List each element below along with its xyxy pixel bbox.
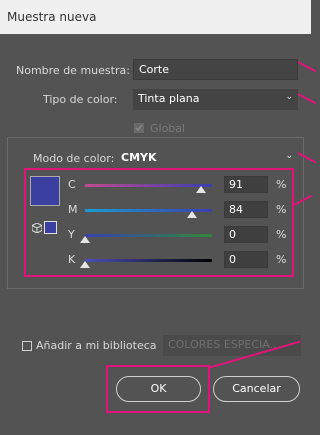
chevron-down-icon: ⌄ xyxy=(285,92,293,102)
slider-label: Y xyxy=(68,228,75,241)
slider-thumb[interactable] xyxy=(80,236,90,243)
percent-sign: % xyxy=(276,178,287,191)
slider-label: C xyxy=(68,178,76,191)
slider-value-input[interactable]: 0 xyxy=(224,226,268,243)
slider-track[interactable] xyxy=(85,184,212,187)
slider-row-c: C 91% xyxy=(24,176,294,198)
slider-row-m: M 84% xyxy=(24,201,294,223)
slider-track[interactable] xyxy=(85,234,212,237)
slider-label: M xyxy=(68,203,78,216)
new-swatch-dialog: Nombre de muestra: Corte Tipo de color: … xyxy=(0,34,317,435)
percent-sign: % xyxy=(276,253,287,266)
cmyk-sliders: C 91% M 84% Y 0% K 0% xyxy=(24,176,294,276)
slider-thumb[interactable] xyxy=(195,186,206,193)
global-checkbox[interactable] xyxy=(134,123,144,133)
slider-row-k: K 0% xyxy=(24,251,294,273)
annotation-line xyxy=(297,61,317,73)
percent-sign: % xyxy=(276,203,287,216)
swatch-name-input[interactable]: Corte xyxy=(133,59,298,80)
library-select-value: COLORES ESPECIA... xyxy=(168,338,281,351)
percent-sign: % xyxy=(276,228,287,241)
color-type-select[interactable]: Tinta plana ⌄ xyxy=(133,89,298,110)
slider-row-y: Y 0% xyxy=(24,226,294,248)
title-bar: Muestra nueva xyxy=(0,0,311,34)
slider-value-input[interactable]: 91 xyxy=(224,176,268,193)
checkmark-icon xyxy=(135,124,143,132)
slider-value-input[interactable]: 84 xyxy=(224,201,268,218)
slider-thumb[interactable] xyxy=(186,211,197,218)
global-label: Global xyxy=(150,122,186,135)
color-type-label: Tipo de color: xyxy=(43,93,118,106)
add-to-library-checkbox[interactable] xyxy=(22,341,32,351)
color-type-value: Tinta plana xyxy=(138,92,200,105)
cancel-button[interactable]: Cancelar xyxy=(213,376,300,402)
slider-thumb[interactable] xyxy=(80,261,90,268)
slider-value-input[interactable]: 0 xyxy=(224,251,268,268)
add-to-library-label: Añadir a mi biblioteca xyxy=(36,339,157,352)
annotation-line xyxy=(297,93,317,105)
slider-label: K xyxy=(68,253,76,266)
slider-track[interactable] xyxy=(85,259,212,262)
swatch-name-value: Corte xyxy=(139,63,170,76)
window-title: Muestra nueva xyxy=(7,10,97,24)
swatch-name-label: Nombre de muestra: xyxy=(16,64,130,77)
ok-button[interactable]: OK xyxy=(116,376,201,402)
